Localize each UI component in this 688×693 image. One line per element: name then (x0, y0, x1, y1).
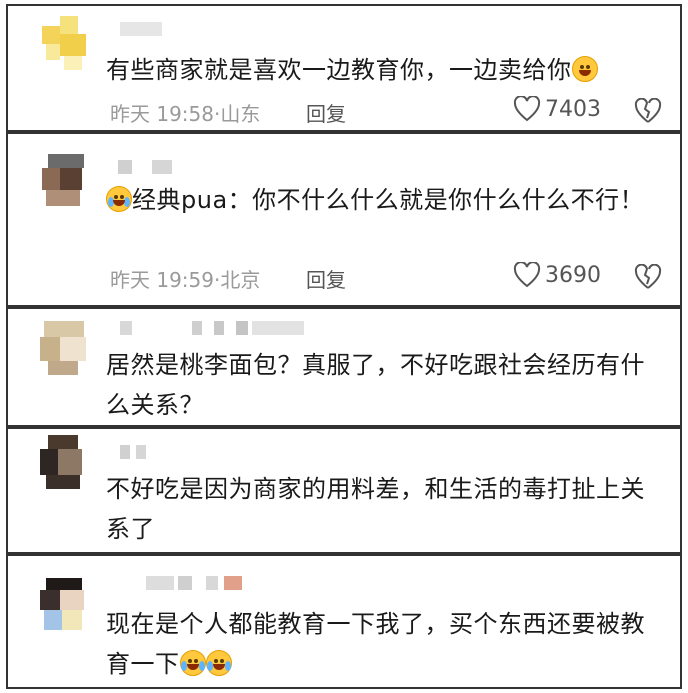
grin-sweat-emoji (571, 56, 598, 82)
loud-crying-emoji (106, 186, 132, 212)
like-count: 3690 (545, 262, 601, 288)
comment-card-3: 居然是桃李面包？真服了，不好吃跟社会经历有什么关系？ (6, 307, 682, 427)
comment-text: 不好吃是因为商家的用料差，和生活的毒打扯上关系了 (106, 475, 645, 543)
comment-body: 经典pua：你不什么什么就是你什么什么不行！ (132, 186, 645, 214)
avatar[interactable] (38, 435, 94, 491)
comment-card-4: 不好吃是因为商家的用料差，和生活的毒打扯上关系了 (6, 427, 682, 554)
heart-outline-icon (513, 96, 541, 122)
comment-text: 经典pua：你不什么什么就是你什么什么不行！ (106, 180, 650, 220)
like-count: 7403 (545, 96, 601, 122)
like-button[interactable]: 7403 (513, 96, 601, 122)
like-button[interactable]: 3690 (513, 262, 601, 288)
reply-button[interactable]: 回复 (306, 98, 346, 127)
comment-card-5: 现在是个人都能教育一下我了，买个东西还要被教育一下 (6, 554, 682, 689)
broken-heart-icon[interactable] (634, 264, 662, 290)
avatar[interactable] (38, 578, 94, 634)
reply-button[interactable]: 回复 (306, 264, 346, 293)
comment-text: 居然是桃李面包？真服了，不好吃跟社会经历有什么关系？ (106, 351, 645, 419)
avatar[interactable] (38, 154, 94, 210)
comment-time: 昨天 19:59 (110, 268, 214, 292)
comment-text: 现在是个人都能教育一下我了，买个东西还要被教育一下 (106, 604, 650, 684)
comment-card-1: 有些商家就是喜欢一边教育你，一边卖给你 昨天 19:58·山东 回复 7403 (6, 4, 682, 132)
comment-card-2: 经典pua：你不什么什么就是你什么什么不行！ 昨天 19:59·北京 回复 36… (6, 132, 682, 307)
comment-text: 有些商家就是喜欢一边教育你，一边卖给你 (106, 50, 650, 90)
comment-time: 昨天 19:58 (110, 102, 214, 126)
comment-meta: 昨天 19:59·北京 (110, 268, 261, 292)
comment-body: 有些商家就是喜欢一边教育你，一边卖给你 (106, 56, 572, 84)
tears-of-joy-emoji (205, 650, 232, 676)
heart-outline-icon (513, 262, 541, 288)
tears-of-joy-emoji (179, 650, 206, 676)
comment-location: 山东 (220, 102, 261, 126)
comment-meta: 昨天 19:58·山东 (110, 102, 261, 126)
comment-location: 北京 (220, 268, 261, 292)
broken-heart-icon[interactable] (634, 98, 662, 124)
avatar[interactable] (38, 16, 94, 72)
avatar[interactable] (38, 321, 94, 377)
